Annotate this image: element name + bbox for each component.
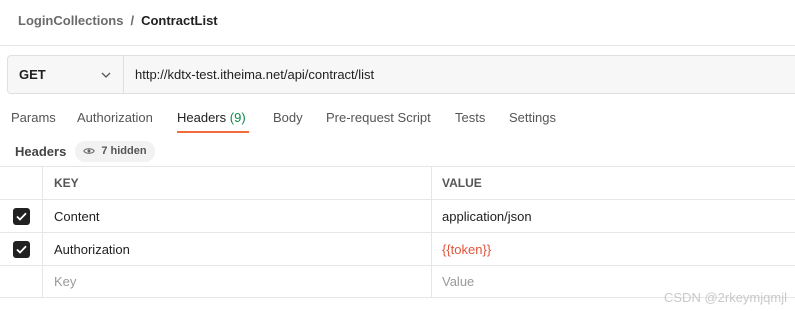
active-tab-indicator bbox=[177, 131, 249, 133]
breadcrumb: LoginCollections / ContractList bbox=[18, 13, 218, 28]
breadcrumb-collection[interactable]: LoginCollections bbox=[18, 13, 123, 28]
request-tabs: Params Authorization Headers (9) Body Pr… bbox=[0, 104, 795, 134]
header-key[interactable]: Authorization bbox=[42, 233, 431, 265]
chevron-down-icon bbox=[101, 72, 111, 78]
header-value-variable[interactable]: {{token}} bbox=[431, 233, 795, 265]
check-icon bbox=[15, 212, 27, 221]
table-row: Content application/json bbox=[0, 199, 795, 232]
tab-tests[interactable]: Tests bbox=[455, 110, 485, 125]
breadcrumb-separator: / bbox=[130, 13, 135, 28]
check-icon bbox=[15, 245, 27, 254]
method-label: GET bbox=[19, 67, 46, 82]
table-row: Authorization {{token}} bbox=[0, 232, 795, 265]
tab-body[interactable]: Body bbox=[273, 110, 303, 125]
value-column-header: VALUE bbox=[431, 167, 795, 199]
key-column-header: KEY bbox=[42, 167, 431, 199]
header-divider bbox=[0, 45, 795, 46]
header-key[interactable]: Content bbox=[42, 200, 431, 232]
row-checkbox-cell bbox=[0, 233, 42, 265]
headers-title: Headers bbox=[15, 143, 67, 159]
table-header-row: KEY VALUE bbox=[0, 166, 795, 199]
tab-headers-label: Headers bbox=[177, 110, 227, 125]
new-key-input[interactable]: Key bbox=[42, 266, 431, 297]
header-value[interactable]: application/json bbox=[431, 200, 795, 232]
url-input[interactable]: http://kdtx-test.itheima.net/api/contrac… bbox=[124, 56, 795, 93]
eye-icon bbox=[83, 147, 96, 155]
row-checkbox-cell bbox=[0, 266, 42, 297]
request-bar: GET http://kdtx-test.itheima.net/api/con… bbox=[7, 55, 795, 94]
tab-settings[interactable]: Settings bbox=[509, 110, 556, 125]
hidden-headers-label: 7 hidden bbox=[101, 145, 147, 157]
row-checkbox[interactable] bbox=[12, 207, 30, 225]
row-checkbox-cell bbox=[0, 200, 42, 232]
hidden-headers-toggle[interactable]: 7 hidden bbox=[75, 140, 155, 162]
tab-params[interactable]: Params bbox=[11, 110, 56, 125]
watermark: CSDN @2rkeymjqmjl bbox=[664, 290, 787, 305]
method-select[interactable]: GET bbox=[8, 56, 124, 93]
breadcrumb-request-name[interactable]: ContractList bbox=[141, 13, 218, 28]
tab-headers-count: (9) bbox=[229, 110, 246, 125]
tab-headers[interactable]: Headers (9) bbox=[177, 110, 246, 125]
tab-pre-request-script[interactable]: Pre-request Script bbox=[326, 110, 431, 125]
row-checkbox[interactable] bbox=[12, 240, 30, 258]
tab-authorization[interactable]: Authorization bbox=[77, 110, 153, 125]
checkbox-column-header bbox=[0, 167, 42, 199]
headers-subheader: Headers 7 hidden bbox=[15, 140, 155, 162]
headers-table: KEY VALUE Content application/json Autho… bbox=[0, 166, 795, 298]
